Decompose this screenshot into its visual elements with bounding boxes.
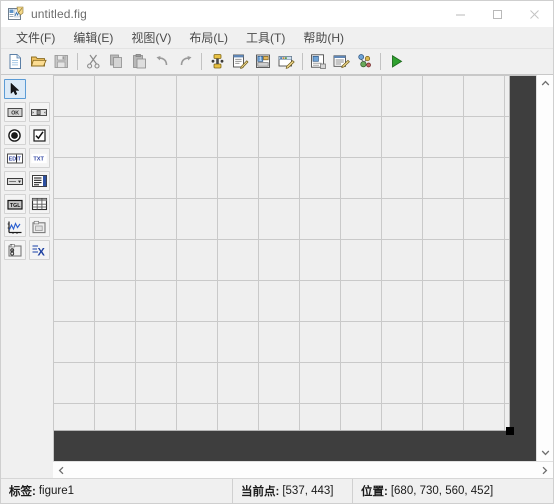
menu-file[interactable]: 文件(F) (7, 27, 64, 48)
status-current-point-label: 当前点: (241, 486, 280, 498)
maximize-button[interactable] (479, 1, 516, 27)
menu-help-label: 帮助(H) (303, 31, 344, 45)
canvas-resize-handle[interactable] (506, 427, 514, 435)
menu-editor-icon[interactable] (230, 51, 251, 72)
scroll-right-arrow[interactable] (536, 462, 553, 479)
svg-text:TGL: TGL (10, 202, 21, 208)
matlab-figure-icon (8, 6, 24, 22)
edit-text-tool[interactable]: EDIT (4, 148, 26, 168)
save-icon[interactable] (51, 51, 72, 72)
toolbar-separator-2 (201, 53, 202, 70)
window-title: untitled.fig (31, 7, 87, 21)
svg-text:X: X (37, 246, 45, 257)
figure-design-canvas[interactable] (53, 75, 536, 461)
cut-icon[interactable] (83, 51, 104, 72)
static-text-tool[interactable]: TXT (28, 148, 50, 168)
radio-button-tool[interactable] (4, 125, 26, 145)
minimize-button[interactable] (442, 1, 479, 27)
pop-up-menu-tool[interactable] (4, 171, 26, 191)
axes-tool[interactable] (4, 217, 26, 237)
table-tool[interactable] (28, 194, 50, 214)
palette-row-8: T X (1, 240, 53, 260)
status-position-label: 位置: (361, 486, 388, 498)
svg-text:OK: OK (11, 110, 19, 116)
open-folder-icon[interactable] (28, 51, 49, 72)
menu-layout[interactable]: 布局(L) (180, 27, 237, 48)
toolbar-separator-1 (77, 53, 78, 70)
menu-view-label: 视图(V) (131, 31, 172, 45)
close-button[interactable] (516, 1, 553, 27)
palette-row-3 (1, 125, 53, 145)
panel-tool[interactable] (28, 217, 50, 237)
select-tool[interactable] (4, 79, 26, 99)
status-tag-label: 标签: (9, 486, 36, 498)
svg-text:1: 1 (259, 57, 262, 63)
status-current-point-cell: 当前点: [537, 443] (233, 479, 353, 503)
svg-text:EDIT: EDIT (8, 156, 21, 162)
redo-icon[interactable] (175, 51, 196, 72)
palette-row-7 (1, 217, 53, 237)
button-group-tool[interactable]: T (4, 240, 26, 260)
tool-bar: 1 (1, 49, 553, 75)
palette-row-2: OK (1, 102, 53, 122)
horizontal-scrollbar-row (1, 461, 553, 478)
palette-row-6: TGL (1, 194, 53, 214)
menu-tools-label: 工具(T) (246, 31, 286, 45)
figure-surface-grid[interactable] (54, 76, 510, 431)
scroll-up-arrow[interactable] (537, 75, 554, 92)
menu-bar: 文件(F) 编辑(E) 视图(V) 布局(L) 工具(T) 帮助(H) (1, 27, 553, 49)
status-tag-value: figure1 (38, 485, 75, 497)
menu-view[interactable]: 视图(V) (122, 27, 180, 48)
check-box-tool[interactable] (28, 125, 50, 145)
paste-icon[interactable] (129, 51, 150, 72)
palette-row-5 (1, 171, 53, 191)
palette-row-4: EDIT TXT (1, 148, 53, 168)
palette-row-1 (1, 79, 53, 99)
list-box-tool[interactable] (28, 171, 50, 191)
guide-layout-editor-window: untitled.fig 文件(F) 编辑(E) 视图(V) 布局(L) 工具(… (0, 0, 554, 504)
vertical-scrollbar[interactable] (536, 75, 553, 461)
object-browser-icon[interactable] (354, 51, 375, 72)
toolbar-editor-icon[interactable] (276, 51, 297, 72)
new-figure-icon[interactable] (5, 51, 26, 72)
activex-control-tool[interactable]: X (28, 240, 50, 260)
property-inspector-icon[interactable] (331, 51, 352, 72)
title-bar: untitled.fig (1, 1, 553, 27)
status-position-cell: 位置: [680, 730, 560, 452] (353, 479, 553, 503)
menu-edit[interactable]: 编辑(E) (64, 27, 122, 48)
toolbar-separator-3 (302, 53, 303, 70)
tab-order-editor-icon[interactable]: 1 (253, 51, 274, 72)
run-icon[interactable] (386, 51, 407, 72)
scroll-down-arrow[interactable] (537, 444, 554, 461)
svg-text:TXT: TXT (34, 156, 45, 162)
status-bar: 标签: figure1 当前点: [537, 443] 位置: [680, 73… (1, 478, 553, 503)
component-palette: OK EDIT TXT TGL T X (1, 75, 53, 461)
horizontal-scrollbar[interactable] (53, 461, 553, 478)
status-tag-cell: 标签: figure1 (1, 479, 233, 503)
toolbar-separator-4 (380, 53, 381, 70)
window-controls (442, 1, 553, 27)
align-objects-icon[interactable] (207, 51, 228, 72)
menu-edit-label: 编辑(E) (73, 31, 114, 45)
menu-layout-label: 布局(L) (189, 31, 228, 45)
menu-help[interactable]: 帮助(H) (294, 27, 353, 48)
toggle-button-tool[interactable]: TGL (4, 194, 26, 214)
scrollbar-gutter-left (1, 461, 53, 478)
status-position-value: [680, 730, 560, 452] (390, 485, 494, 497)
slider-tool[interactable] (28, 102, 50, 122)
menu-tools[interactable]: 工具(T) (237, 27, 294, 48)
push-button-tool[interactable]: OK (4, 102, 26, 122)
work-area: OK EDIT TXT TGL T X (1, 75, 553, 461)
menu-file-label: 文件(F) (16, 31, 56, 45)
m-file-editor-icon[interactable] (308, 51, 329, 72)
status-current-point-value: [537, 443] (282, 485, 334, 497)
copy-icon[interactable] (106, 51, 127, 72)
scroll-left-arrow[interactable] (53, 462, 70, 479)
undo-icon[interactable] (152, 51, 173, 72)
